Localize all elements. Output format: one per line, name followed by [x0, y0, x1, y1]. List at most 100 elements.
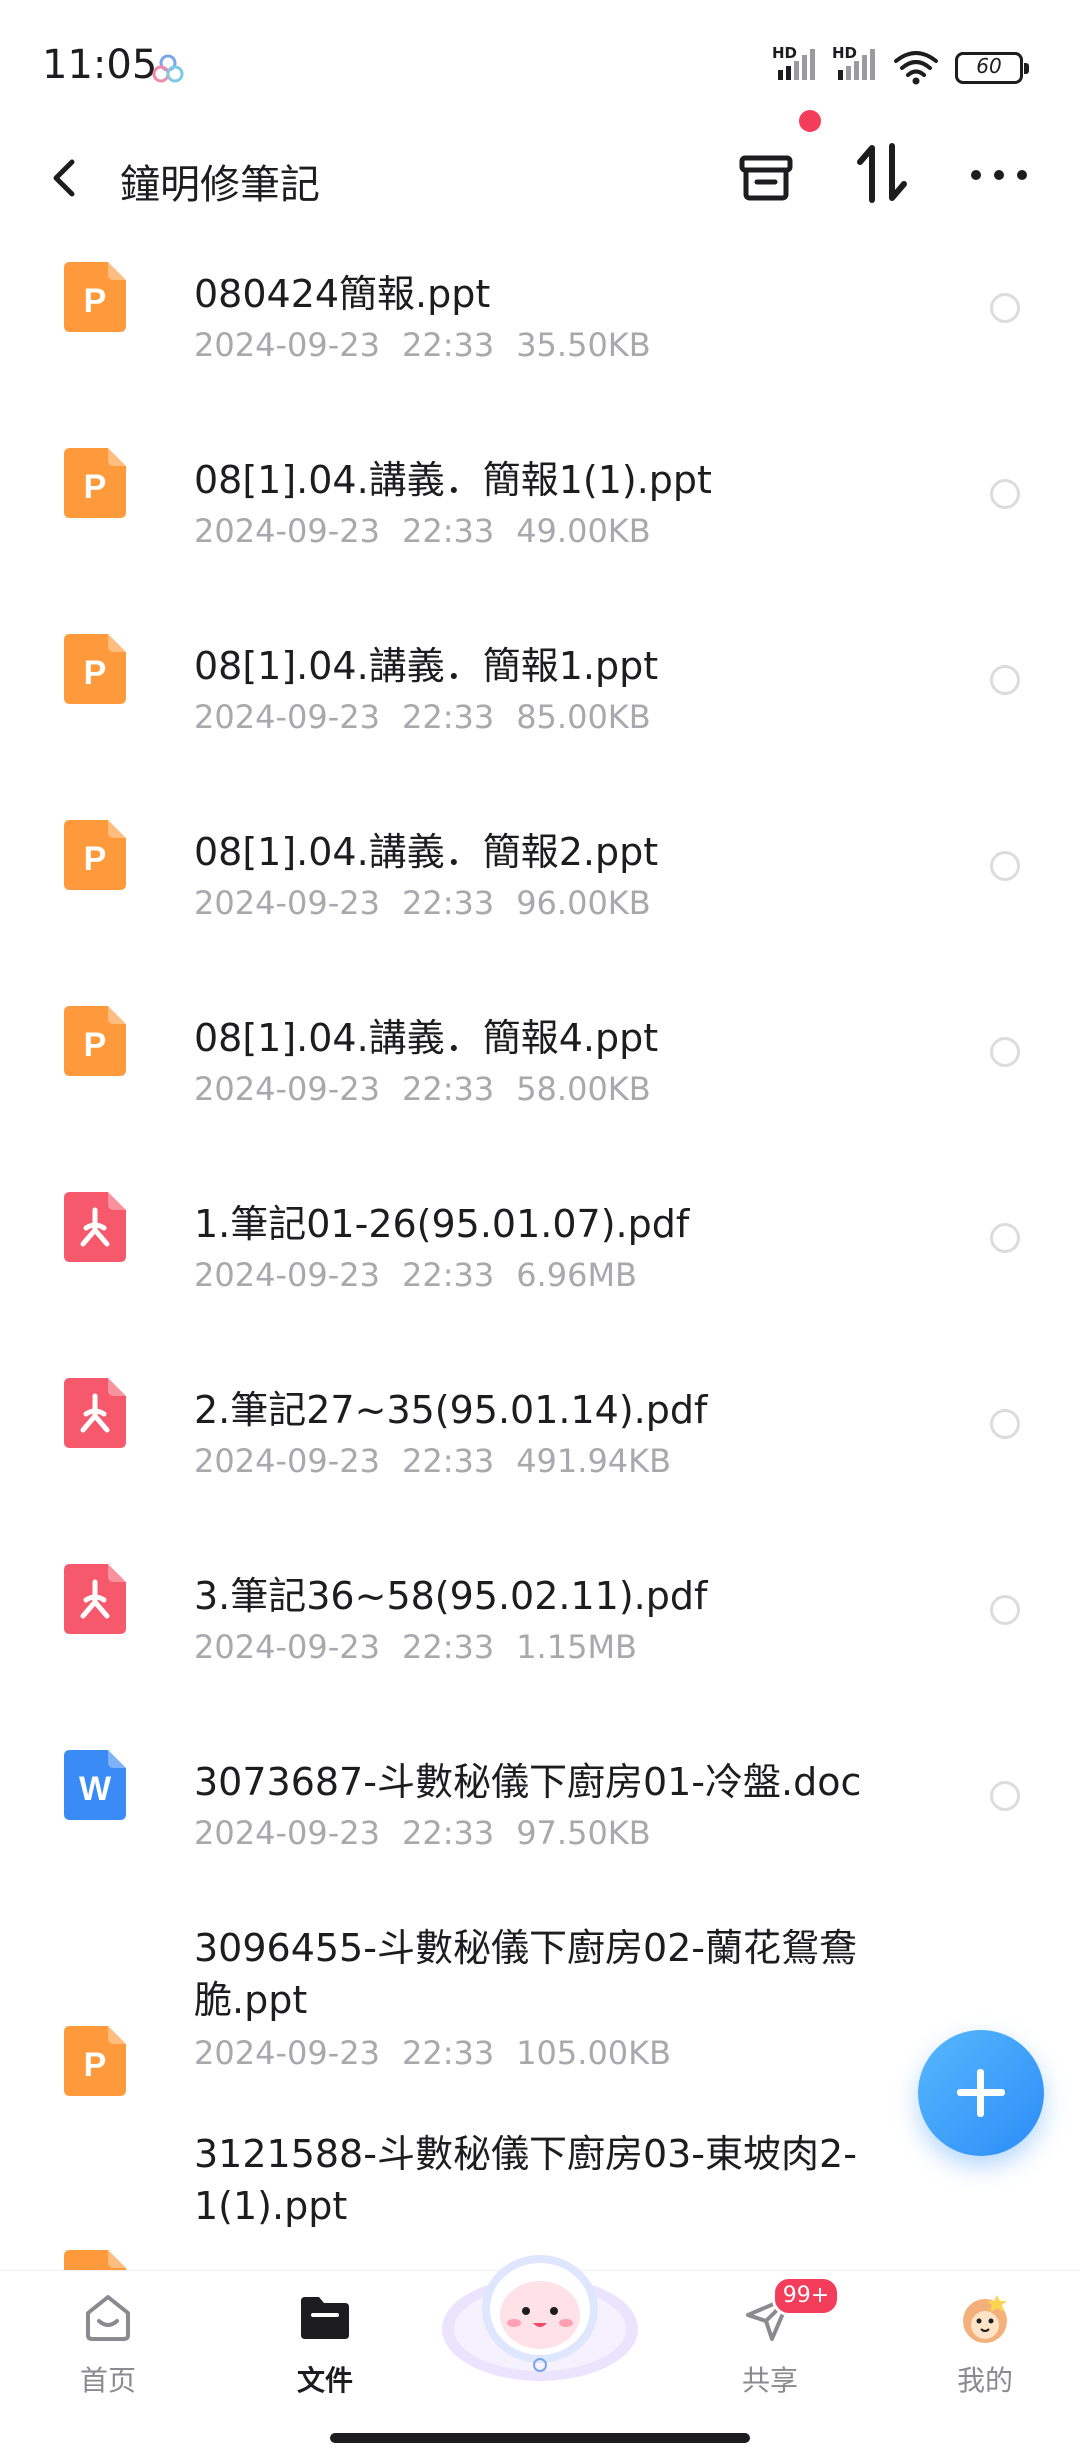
file-date: 2024-09-23: [194, 326, 380, 364]
select-radio[interactable]: [990, 851, 1020, 881]
file-size: 105.00KB: [516, 2034, 672, 2072]
select-radio[interactable]: [990, 293, 1020, 323]
file-list-item[interactable]: P 08[1].04.講義．簡報4.ppt 2024-09-23 22:33 58.00…: [0, 974, 1080, 1160]
signal-2-icon: HD: [832, 44, 886, 84]
back-button[interactable]: [40, 148, 90, 208]
file-list-item[interactable]: P 08[1].04.講義．簡報2.ppt 2024-09-23 22:33 96.00…: [0, 788, 1080, 974]
nav-files-label: 文件: [296, 2364, 353, 2397]
file-date: 2024-09-23: [194, 2034, 380, 2072]
file-meta: 2024-09-23 22:33 49.00KB: [194, 512, 673, 550]
file-list: P 080424簡報.ppt 2024-09-23 22:33 35.50KB P 08[1…: [0, 230, 1080, 2270]
file-time: 22:33: [401, 884, 495, 922]
file-list-item[interactable]: W 3073687-斗數秘儀下廚房01-冷盤.doc 2024-09-23 22:33…: [0, 1718, 1080, 1904]
file-list-item[interactable]: P 08[1].04.講義．簡報1(1).ppt 2024-09-23 22:33 49…: [0, 416, 1080, 602]
svg-text:P: P: [84, 840, 107, 878]
share-badge: 99+: [772, 2276, 840, 2316]
file-time: 22:33: [401, 1442, 495, 1480]
select-radio[interactable]: [990, 479, 1020, 509]
top-app-bar: 鐘明修筆記: [0, 110, 1080, 230]
file-list-item[interactable]: 2.筆記27~35(95.01.14).pdf 2024-09-23 22:33 49…: [0, 1346, 1080, 1532]
file-date: 2024-09-23: [194, 1442, 380, 1480]
file-size: 96.00KB: [516, 884, 651, 922]
pdf-file-icon: [64, 1192, 126, 1262]
file-name: 080424簡報.ppt: [194, 272, 491, 316]
file-name: 1.筆記01-26(95.01.07).pdf: [194, 1202, 690, 1246]
file-name: 08[1].04.講義．簡報1(1).ppt: [194, 458, 712, 502]
file-meta: 2024-09-23 22:33 6.96MB: [194, 1256, 659, 1294]
file-date: 2024-09-23: [194, 1628, 380, 1666]
file-list-item[interactable]: P 08[1].04.講義．簡報1.ppt 2024-09-23 22:33 85.00…: [0, 602, 1080, 788]
file-size: 49.00KB: [516, 512, 651, 550]
add-button[interactable]: [918, 2030, 1044, 2156]
select-radio[interactable]: [990, 665, 1020, 695]
ppt-file-icon: P: [64, 820, 126, 890]
file-meta: 2024-09-23 22:33 105.00KB: [194, 2034, 693, 2072]
file-name: 08[1].04.講義．簡報1.ppt: [194, 644, 659, 688]
bottom-nav: 首页 文件 共享 我的: [0, 2255, 1080, 2460]
file-name: 3073687-斗數秘儀下廚房01-冷盤.doc: [194, 1760, 862, 1804]
file-time: 22:33: [401, 1628, 495, 1666]
status-time: 11:05: [42, 42, 158, 88]
folder-icon: [301, 2297, 349, 2339]
file-name: 08[1].04.講義．簡報2.ppt: [194, 830, 659, 874]
battery-icon: 60: [955, 52, 1029, 84]
file-date: 2024-09-23: [194, 512, 380, 550]
file-meta: 2024-09-23 22:33 97.50KB: [194, 1814, 673, 1852]
ppt-file-icon: P: [64, 2250, 126, 2270]
file-size: 6.96MB: [516, 1256, 637, 1294]
file-time: 22:33: [401, 1070, 495, 1108]
select-radio[interactable]: [990, 1409, 1020, 1439]
file-time: 22:33: [401, 698, 495, 736]
file-date: 2024-09-23: [194, 1070, 380, 1108]
file-date: 2024-09-23: [194, 698, 380, 736]
file-meta: 2024-09-23 22:33 96.00KB: [194, 884, 673, 922]
file-date: 2024-09-23: [194, 1256, 380, 1294]
select-radio[interactable]: [990, 1037, 1020, 1067]
file-time: 22:33: [401, 326, 495, 364]
file-size: 1.15MB: [516, 1628, 637, 1666]
nav-home[interactable]: 首页: [38, 2289, 178, 2409]
nav-files[interactable]: 文件: [255, 2289, 395, 2409]
file-date: 2024-09-23: [194, 884, 380, 922]
file-time: 22:33: [401, 2034, 495, 2072]
signal-1-icon: HD: [772, 44, 826, 84]
file-name: 3096455-斗數秘儀下廚房02-蘭花鴛鴦脆.ppt: [194, 1926, 858, 2022]
file-name: 3.筆記36~58(95.02.11).pdf: [194, 1574, 708, 1618]
doc-file-icon: W: [64, 1750, 126, 1820]
file-time: 22:33: [401, 512, 495, 550]
more-dots-icon[interactable]: [964, 138, 1034, 208]
app-notification-icon: [152, 54, 184, 83]
select-radio[interactable]: [990, 1781, 1020, 1811]
file-time: 22:33: [401, 1256, 495, 1294]
select-radio[interactable]: [990, 1223, 1020, 1253]
file-size: 97.50KB: [516, 1814, 651, 1852]
file-date: 2024-09-23: [194, 1814, 380, 1852]
svg-text:P: P: [84, 468, 107, 506]
file-size: 35.50KB: [516, 326, 651, 364]
avatar-icon: [963, 2295, 1007, 2343]
svg-text:P: P: [84, 654, 107, 692]
file-name: 08[1].04.講義．簡報4.ppt: [194, 1016, 659, 1060]
file-size: 58.00KB: [516, 1070, 651, 1108]
file-meta: 2024-09-23 22:33 58.00KB: [194, 1070, 673, 1108]
file-list-item[interactable]: 1.筆記01-26(95.01.07).pdf 2024-09-23 22:33 6.…: [0, 1160, 1080, 1346]
file-size: 491.94KB: [516, 1442, 672, 1480]
sort-arrows-icon[interactable]: [850, 138, 914, 208]
status-bar: 11:05 HD HD 60: [0, 0, 1080, 130]
ppt-file-icon: P: [64, 2026, 126, 2096]
svg-text:P: P: [84, 2046, 107, 2084]
ppt-file-icon: P: [64, 262, 126, 332]
archive-box-icon[interactable]: [735, 138, 797, 208]
nav-mine[interactable]: 我的: [915, 2289, 1055, 2409]
notification-dot: [799, 110, 821, 132]
home-indicator: [330, 2433, 750, 2443]
wifi-icon: [894, 51, 938, 85]
file-meta: 2024-09-23 22:33 491.94KB: [194, 1442, 693, 1480]
file-meta: 2024-09-23 22:33 85.00KB: [194, 698, 673, 736]
page-title: 鐘明修筆記: [120, 162, 320, 208]
file-list-item[interactable]: P 080424簡報.ppt 2024-09-23 22:33 35.50KB: [0, 230, 1080, 416]
mascot-center-icon[interactable]: [440, 2211, 640, 2391]
svg-text:P: P: [84, 282, 107, 320]
file-list-item[interactable]: 3.筆記36~58(95.02.11).pdf 2024-09-23 22:33 1.…: [0, 1532, 1080, 1718]
select-radio[interactable]: [990, 1595, 1020, 1625]
